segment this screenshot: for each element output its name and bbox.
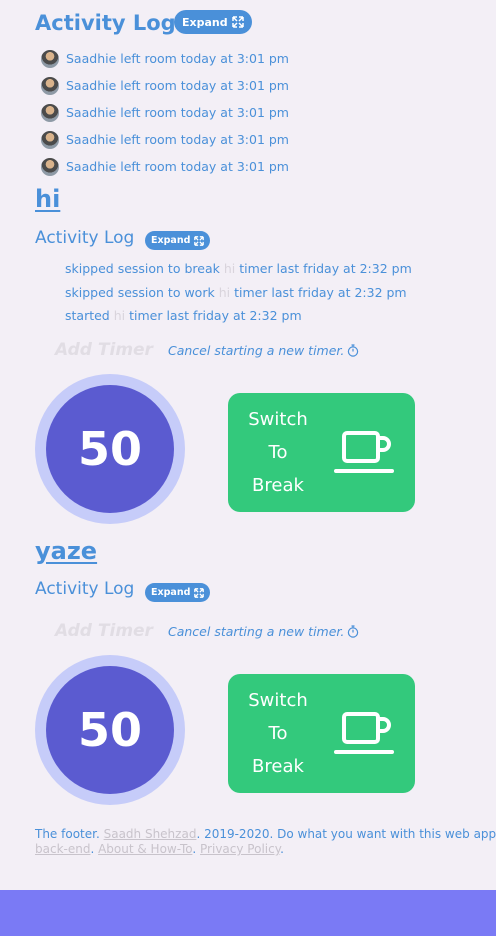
expand-arrows-icon bbox=[231, 16, 244, 28]
expand-button-label: Expand bbox=[151, 235, 191, 246]
room-activity-label: Activity Log bbox=[35, 228, 135, 248]
footer-separator: . bbox=[192, 842, 201, 856]
list-item: Saadhie left room today at 3:01 pm bbox=[41, 45, 289, 72]
session-text: timer last friday at 2:32 pm bbox=[125, 308, 302, 323]
footer-text: The footer. bbox=[35, 827, 104, 841]
list-item: Saadhie left room today at 3:01 pm bbox=[41, 126, 289, 153]
backend-link[interactable]: back-end bbox=[35, 842, 90, 856]
switch-to-break-button[interactable]: Switch To Break bbox=[228, 393, 415, 512]
timer-name: hi bbox=[223, 261, 236, 276]
stopwatch-icon bbox=[348, 625, 359, 638]
list-item: Saadhie left room today at 3:01 pm bbox=[41, 99, 289, 126]
avatar bbox=[41, 157, 59, 176]
timer-value: 50 bbox=[46, 666, 174, 794]
author-link[interactable]: Saadh Shehzad bbox=[104, 827, 197, 841]
cancel-text: Cancel starting a new timer. bbox=[168, 624, 345, 639]
log-entry-text: Saadhie left room today at 3:01 pm bbox=[66, 159, 289, 174]
bottom-bar bbox=[0, 890, 496, 936]
footer-text: . bbox=[280, 842, 284, 856]
timer-value: 50 bbox=[46, 385, 174, 513]
cancel-text: Cancel starting a new timer. bbox=[168, 343, 345, 358]
activity-log-list: Saadhie left room today at 3:01 pm Saadh… bbox=[41, 45, 289, 180]
privacy-policy-link[interactable]: Privacy Policy bbox=[200, 842, 280, 856]
cancel-new-timer-link[interactable]: Cancel starting a new timer. bbox=[168, 624, 359, 639]
switch-line-1: Switch bbox=[248, 690, 308, 711]
switch-label: Switch To Break bbox=[228, 403, 328, 502]
timer-name: hi bbox=[113, 308, 126, 323]
switch-line-1: Switch bbox=[248, 409, 308, 430]
coffee-cup-icon bbox=[334, 711, 394, 754]
switch-to-break-button[interactable]: Switch To Break bbox=[228, 674, 415, 793]
room-activity-expand-button[interactable]: Expand bbox=[145, 583, 211, 602]
add-timer-button[interactable]: Add Timer bbox=[55, 340, 153, 360]
timer-name: hi bbox=[218, 284, 231, 300]
log-entry-text: Saadhie left room today at 3:01 pm bbox=[66, 105, 289, 120]
expand-button-label: Expand bbox=[182, 15, 228, 29]
log-entry-text: Saadhie left room today at 3:01 pm bbox=[66, 51, 289, 66]
session-text: skipped session to break bbox=[65, 261, 224, 276]
list-item: Saadhie left room today at 3:01 pm bbox=[41, 153, 289, 180]
room-activity-expand-button[interactable]: Expand bbox=[145, 231, 211, 250]
list-item: Saadhie left room today at 3:01 pm bbox=[41, 72, 289, 99]
list-item: started hi timer last friday at 2:32 pm bbox=[65, 304, 412, 328]
about-link[interactable]: About & How-To bbox=[98, 842, 192, 856]
activity-log-title: Activity Log bbox=[35, 11, 176, 35]
switch-line-3: Break bbox=[252, 475, 304, 496]
switch-line-2: To bbox=[268, 723, 288, 744]
add-timer-button[interactable]: Add Timer bbox=[55, 621, 153, 641]
stopwatch-icon bbox=[348, 344, 359, 357]
log-entry-text: Saadhie left room today at 3:01 pm bbox=[66, 132, 289, 147]
list-item: skipped session to break hi timer last f… bbox=[65, 257, 412, 281]
log-entry-text: Saadhie left room today at 3:01 pm bbox=[66, 78, 289, 93]
switch-line-3: Break bbox=[252, 756, 304, 777]
room-activity-label: Activity Log bbox=[35, 579, 135, 599]
expand-arrows-icon bbox=[194, 587, 205, 598]
avatar bbox=[41, 49, 59, 68]
session-text: skipped session to work bbox=[65, 284, 219, 300]
list-item: skipped session to work hi timer last fr… bbox=[65, 281, 412, 305]
activity-log-expand-button[interactable]: Expand bbox=[174, 10, 252, 34]
session-log-list: skipped session to break hi timer last f… bbox=[65, 257, 412, 328]
switch-label: Switch To Break bbox=[228, 684, 328, 783]
room-title-link[interactable]: yaze bbox=[35, 537, 97, 565]
room-title-link[interactable]: hi bbox=[35, 185, 60, 213]
avatar bbox=[41, 103, 59, 122]
avatar bbox=[41, 76, 59, 95]
timer-display[interactable]: 50 bbox=[35, 655, 185, 805]
coffee-cup-icon bbox=[334, 430, 394, 473]
timer-display[interactable]: 50 bbox=[35, 374, 185, 524]
footer-separator: . bbox=[90, 842, 99, 856]
expand-button-label: Expand bbox=[151, 587, 191, 598]
session-text: timer last friday at 2:32 pm bbox=[235, 261, 412, 276]
avatar bbox=[41, 130, 59, 149]
session-text: started bbox=[65, 308, 114, 323]
expand-arrows-icon bbox=[194, 235, 205, 246]
footer: The footer. Saadh Shehzad. 2019-2020. Do… bbox=[35, 827, 496, 857]
footer-text: . 2019-2020. Do what you want with this … bbox=[196, 827, 496, 841]
switch-line-2: To bbox=[268, 442, 288, 463]
cancel-new-timer-link[interactable]: Cancel starting a new timer. bbox=[168, 343, 359, 358]
session-text: timer last friday at 2:32 pm bbox=[230, 284, 407, 300]
